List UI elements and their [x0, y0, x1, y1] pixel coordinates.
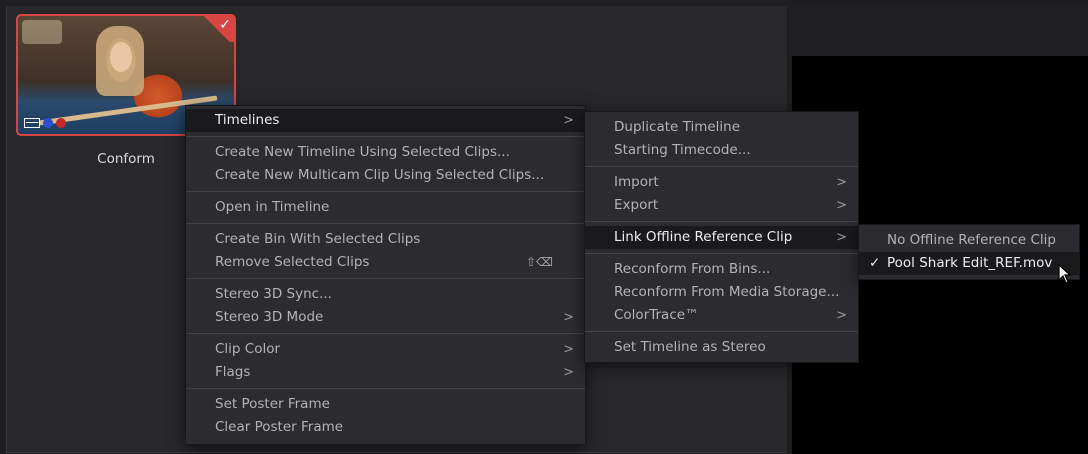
menu-item-label: Set Timeline as Stereo	[614, 339, 766, 355]
menu-item-set-timeline-as-stereo[interactable]: Set Timeline as Stereo	[585, 336, 858, 359]
menu-item-reconform-from-bins[interactable]: Reconform From Bins...	[585, 258, 858, 281]
menu-item-set-poster-frame[interactable]: Set Poster Frame	[186, 393, 585, 416]
clip-context-menu: Timelines > Create New Timeline Using Sele…	[185, 105, 586, 445]
menu-separator	[186, 388, 585, 389]
menu-item-link-offline-reference-clip[interactable]: Link Offline Reference Clip >	[585, 226, 858, 249]
menu-item-label: Import	[614, 174, 659, 190]
red-ball-icon	[56, 118, 66, 128]
menu-item-remove-selected-clips[interactable]: Remove Selected Clips ⇧⌫	[186, 251, 585, 274]
menu-item-create-new-multicam-clip-using-selected-clips[interactable]: Create New Multicam Clip Using Selected …	[186, 164, 585, 187]
menu-item-label: Timelines	[215, 112, 280, 128]
menu-item-label: Flags	[215, 364, 251, 380]
menu-item-label: Set Poster Frame	[215, 396, 330, 412]
menu-item-export[interactable]: Export >	[585, 194, 858, 217]
menu-item-clip-color[interactable]: Clip Color >	[186, 338, 585, 361]
menu-item-label: Clear Poster Frame	[215, 419, 344, 435]
menu-item-label: Link Offline Reference Clip	[614, 229, 793, 245]
menu-item-starting-timecode[interactable]: Starting Timecode...	[585, 139, 858, 162]
viewer-header	[788, 6, 1088, 56]
menu-separator	[585, 221, 858, 222]
shortcut-label: ⇧⌫	[525, 255, 553, 269]
blue-ball-icon	[43, 118, 53, 128]
thumbnail-lamp	[22, 20, 62, 44]
menu-separator	[585, 331, 858, 332]
menu-item-import[interactable]: Import >	[585, 171, 858, 194]
menu-item-create-bin-with-selected-clips[interactable]: Create Bin With Selected Clips	[186, 228, 585, 251]
menu-separator	[186, 223, 585, 224]
menu-item-label: Duplicate Timeline	[614, 119, 741, 135]
menu-item-create-new-timeline-using-selected-clips[interactable]: Create New Timeline Using Selected Clips…	[186, 141, 585, 164]
menu-item-pool-shark-edit-ref-mov[interactable]: ✓ Pool Shark Edit_REF.mov	[859, 252, 1079, 275]
submenu-chevron-icon: >	[563, 310, 574, 325]
menu-item-open-in-timeline[interactable]: Open in Timeline	[186, 196, 585, 219]
menu-item-label: Reconform From Bins...	[614, 261, 771, 277]
menu-item-label: Reconform From Media Storage...	[614, 284, 840, 300]
menu-item-flags[interactable]: Flags >	[186, 361, 585, 384]
clip-badges	[24, 118, 66, 128]
timelines-submenu: Duplicate Timeline Starting Timecode... Im…	[584, 111, 859, 363]
menu-item-label: Stereo 3D Mode	[215, 309, 324, 325]
menu-item-label: Create Bin With Selected Clips	[215, 231, 421, 247]
menu-item-label: Export	[614, 197, 659, 213]
menu-item-stereo-3d-sync[interactable]: Stereo 3D Sync...	[186, 283, 585, 306]
menu-item-label: Clip Color	[215, 341, 281, 357]
menu-item-label: Create New Multicam Clip Using Selected …	[215, 167, 545, 183]
submenu-chevron-icon: >	[836, 198, 847, 213]
menu-item-reconform-from-media-storage[interactable]: Reconform From Media Storage...	[585, 281, 858, 304]
offline-reference-submenu: No Offline Reference Clip ✓ Pool Shark Edi…	[858, 224, 1080, 280]
menu-item-colortrace[interactable]: ColorTrace™ >	[585, 304, 858, 327]
submenu-chevron-icon: >	[563, 113, 574, 128]
menu-item-label: ColorTrace™	[614, 307, 699, 323]
menu-item-stereo-3d-mode[interactable]: Stereo 3D Mode >	[186, 306, 585, 329]
menu-item-no-offline-reference-clip[interactable]: No Offline Reference Clip	[859, 229, 1079, 252]
menu-item-duplicate-timeline[interactable]: Duplicate Timeline	[585, 116, 858, 139]
menu-item-label: Pool Shark Edit_REF.mov	[887, 255, 1053, 271]
menu-item-clear-poster-frame[interactable]: Clear Poster Frame	[186, 416, 585, 439]
menu-item-label: Open in Timeline	[215, 199, 330, 215]
menu-item-label: Create New Timeline Using Selected Clips…	[215, 144, 510, 160]
submenu-chevron-icon: >	[836, 175, 847, 190]
menu-item-label: Remove Selected Clips	[215, 254, 370, 270]
menu-separator	[186, 333, 585, 334]
menu-item-label: Stereo 3D Sync...	[215, 286, 332, 302]
selected-check-icon: ✓	[200, 16, 234, 42]
submenu-chevron-icon: >	[563, 365, 574, 380]
mouse-pointer-icon	[1058, 264, 1072, 284]
menu-separator	[585, 166, 858, 167]
submenu-chevron-icon: >	[836, 308, 847, 323]
menu-separator	[585, 253, 858, 254]
menu-item-label: Starting Timecode...	[614, 142, 751, 158]
submenu-chevron-icon: >	[563, 342, 574, 357]
submenu-chevron-icon: >	[836, 230, 847, 245]
menu-item-label: No Offline Reference Clip	[887, 232, 1057, 248]
timeline-clip-icon	[24, 118, 40, 128]
menu-separator	[186, 278, 585, 279]
menu-item-timelines[interactable]: Timelines >	[186, 109, 585, 132]
menu-separator	[186, 136, 585, 137]
thumbnail-subject-face	[110, 42, 132, 72]
menu-separator	[186, 191, 585, 192]
checkmark-icon: ✓	[869, 255, 881, 271]
